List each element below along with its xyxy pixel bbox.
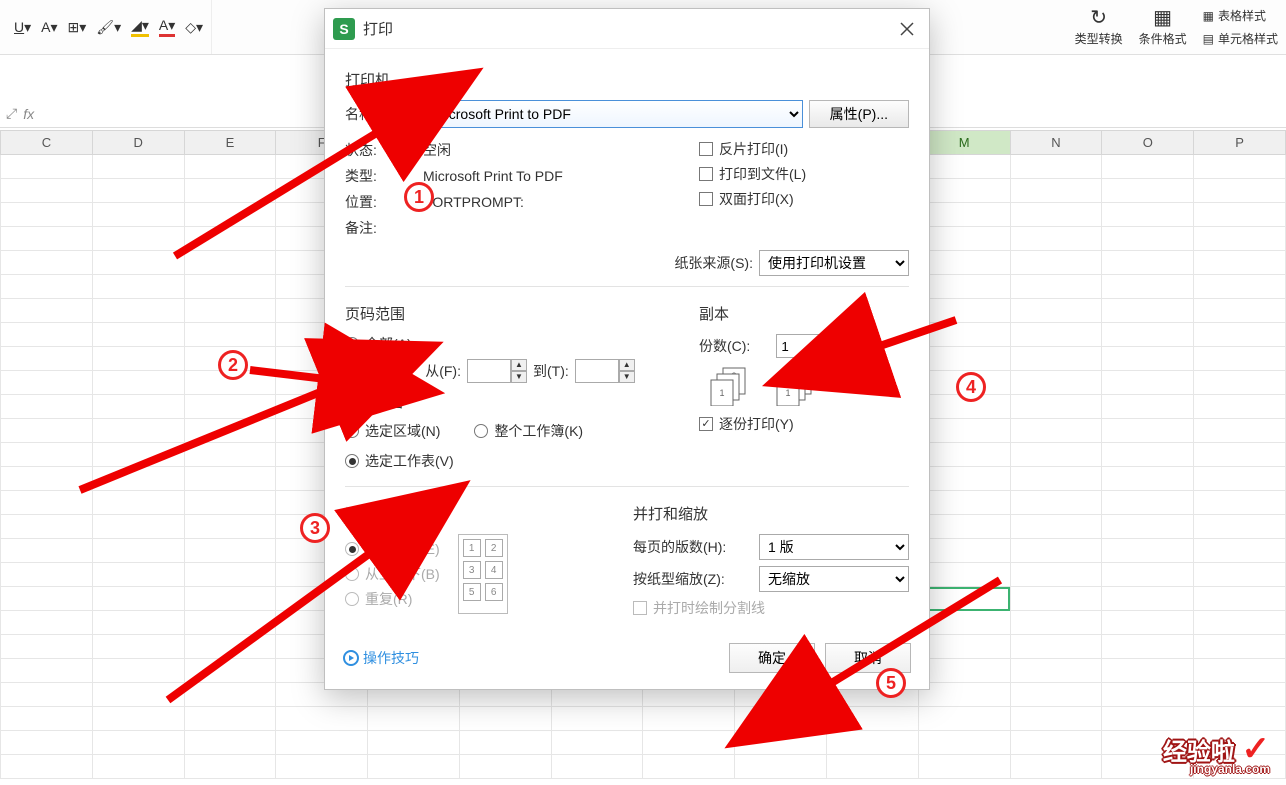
- annotation-arrows: [0, 0, 1286, 785]
- badge-2: 2: [218, 350, 248, 380]
- badge-3: 3: [300, 513, 330, 543]
- badge-5: 5: [876, 668, 906, 698]
- watermark: 经验啦 ✓ jingyanla.com: [1163, 734, 1270, 775]
- badge-1: 1: [404, 182, 434, 212]
- badge-4: 4: [956, 372, 986, 402]
